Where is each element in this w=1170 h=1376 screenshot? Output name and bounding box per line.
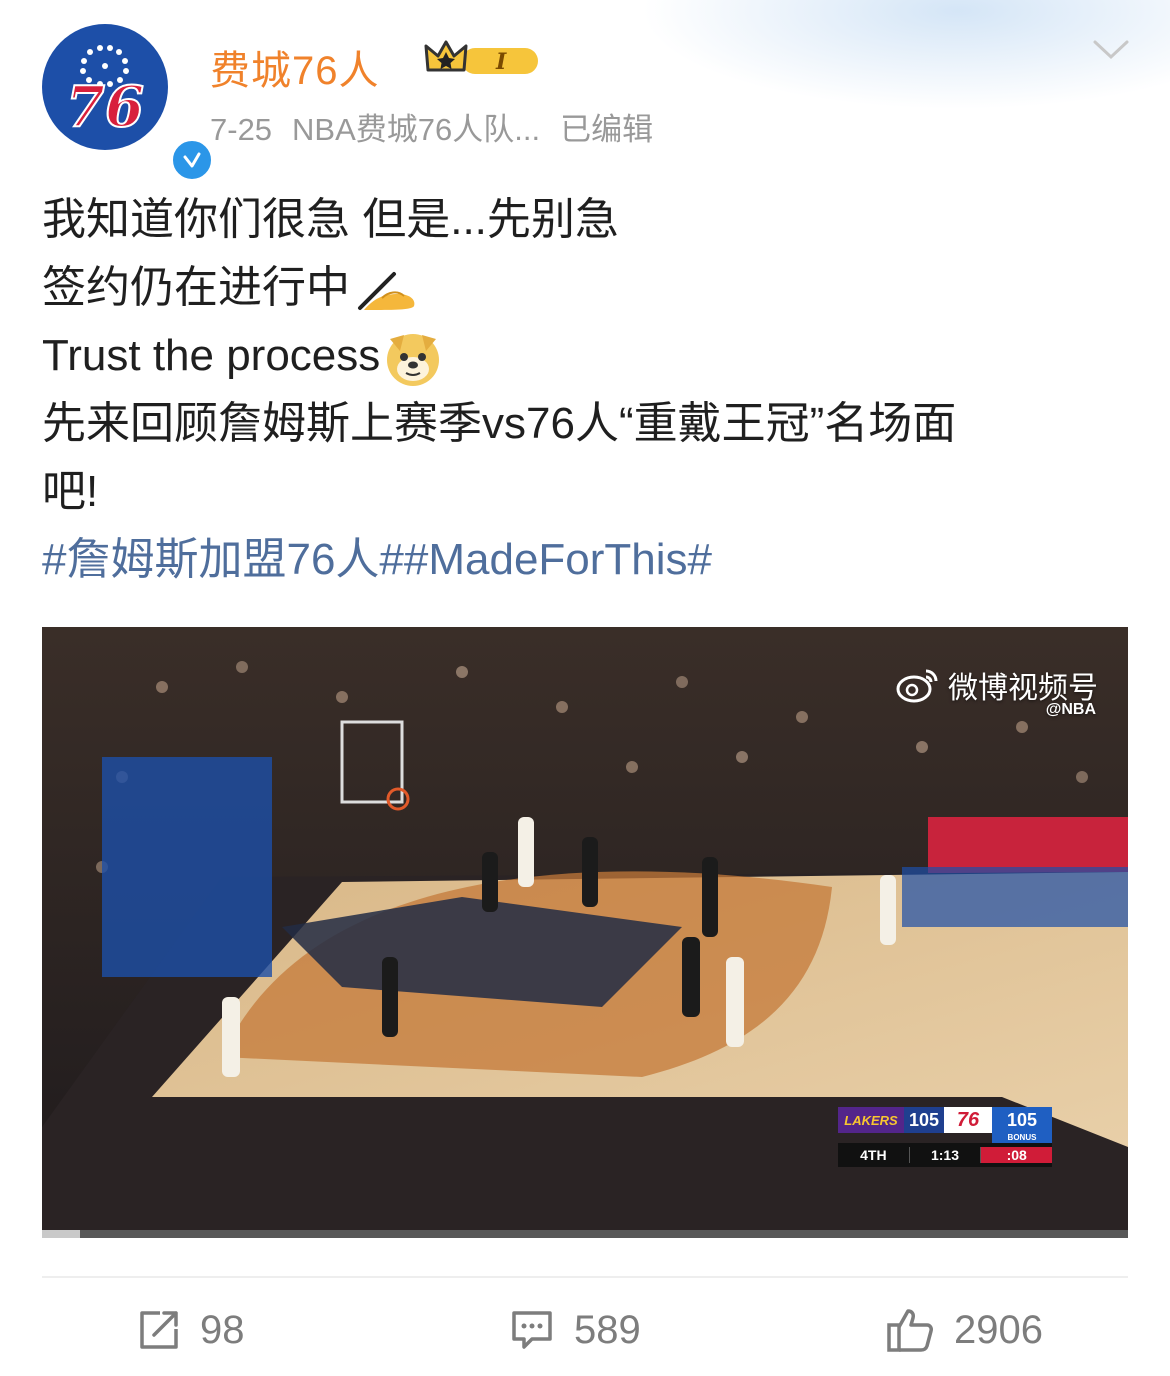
watermark-sub: @NBA [1045,701,1096,718]
post-source[interactable]: NBA费城76人队... [292,112,540,147]
svg-text:I: I [495,49,507,75]
away-score: 105 [904,1107,944,1133]
header-background [640,0,1170,110]
post-line-5: 吧! [42,467,99,516]
post-line-1: 我知道你们很急 但是...先别急 [42,195,619,244]
comment-count: 589 [574,1307,641,1352]
divider [42,1276,1128,1278]
writing-hand-emoji-icon [358,272,415,311]
post-date: 7-25 [210,112,273,147]
author-name[interactable]: 费城76人 [210,38,380,96]
post-line-2: 签约仍在进行中 [42,263,350,312]
shot-clock: :08 [981,1147,1053,1163]
comment-icon [512,1311,552,1349]
video-player[interactable]: 微博视频号 @NBA LAKERS 105 76 105 BONUS 4TH 1… [42,627,1128,1231]
repost-count: 98 [200,1307,245,1352]
weibo-logo-icon [896,669,938,703]
home-score: 105 [992,1107,1052,1133]
hashtag-links[interactable]: #詹姆斯加盟76人##MadeForThis# [42,526,1132,594]
thumbs-up-icon [887,1309,933,1352]
verified-badge-icon [170,138,214,182]
game-clock: 1:13 [910,1147,982,1163]
period: 4TH [838,1147,910,1163]
like-button[interactable]: 2906 [886,1302,1043,1358]
post-line-2-wrap: 签约仍在进行中 [42,254,1132,322]
bonus-label: BONUS [992,1133,1052,1143]
post-content: 我知道你们很急 但是...先别急 签约仍在进行中 Trust the proce… [42,186,1132,594]
avatar[interactable]: 76 [42,24,214,182]
like-count: 2906 [954,1307,1043,1352]
post-line-4: 先来回顾詹姆斯上赛季vs76人“重戴王冠”名场面 [42,399,957,448]
scoreboard: LAKERS 105 76 105 BONUS 4TH 1:13 :08 [838,1107,1053,1169]
edited-label: 已编辑 [560,112,654,147]
repost-icon [140,1311,178,1349]
chevron-down-icon[interactable] [1092,38,1130,62]
video-progress-bar[interactable] [42,1230,1128,1238]
doge-emoji-icon [387,334,440,387]
home-team: 76 [944,1107,992,1133]
sixers-logo-icon: 76 [43,25,167,149]
post-meta: 7-25 NBA费城76人队... 已编辑 [210,104,673,149]
repost-button[interactable]: 98 [138,1302,245,1358]
comment-button[interactable]: 589 [510,1302,641,1358]
vip-crown-icon: I [424,40,538,75]
post-line-3: Trust the process [42,331,381,380]
away-team: LAKERS [838,1107,904,1133]
post-line-3-wrap: Trust the process [42,322,1132,390]
video-progress-fill [42,1230,80,1238]
svg-text:76: 76 [66,74,144,140]
